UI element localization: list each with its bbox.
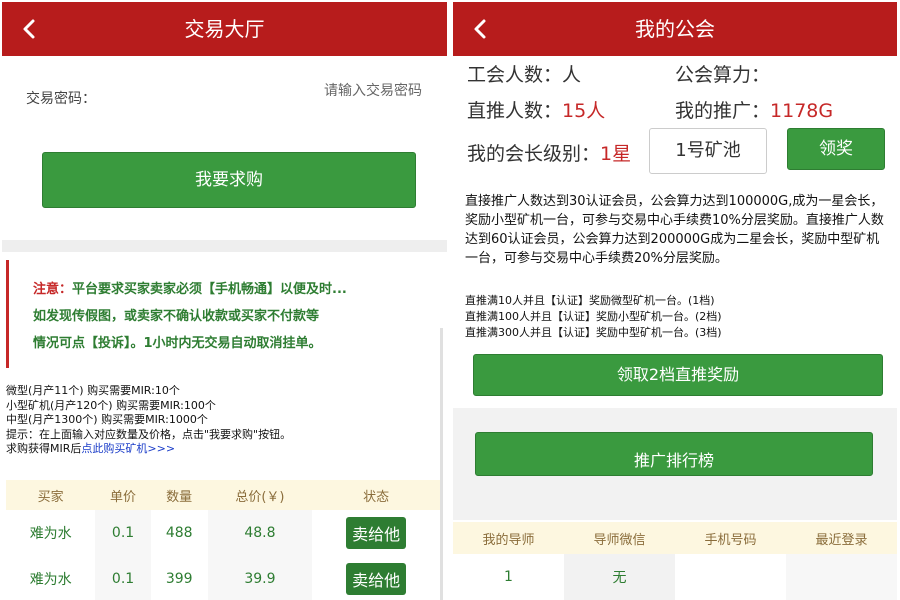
info-line: 提示：在上面输入对应数量及价格，点击"我要求购"按钮。: [6, 427, 292, 441]
sell-button[interactable]: 卖给他: [346, 563, 407, 595]
notice-line-3: 情况可点【投诉】。1小时内无交易自动取消挂单。: [33, 336, 322, 351]
page-title: 交易大厅: [184, 17, 265, 41]
sell-button[interactable]: 卖给他: [346, 517, 407, 549]
notice-line-1: 注意：平台要求买家卖家必须【手机畅通】以便及时...: [33, 278, 393, 297]
promotion-ranking-button[interactable]: 推广排行榜: [475, 432, 873, 476]
trade-hall-header: 交易大厅: [2, 2, 447, 56]
info-line: 微型(月产11个) 购买需要MIR:10个: [6, 384, 180, 397]
mentor-cell: 1: [504, 569, 513, 585]
guild-header: 我的公会: [453, 2, 897, 56]
column-header-buyer: 买家: [6, 480, 96, 510]
trade-hall-panel: 交易大厅 交易密码： 我要求购 注意：平台要求买家卖家必须【手机畅通】以便及时.…: [2, 0, 447, 600]
guild-power-stat: 公会算力：: [675, 60, 770, 87]
table-row: 难为水 0.1 488 48.8 卖给他: [6, 510, 440, 556]
info-line: 中型(月产1300个) 购买需要MIR:1000个: [6, 413, 208, 426]
password-input[interactable]: [142, 76, 422, 106]
guild-members-stat: 工会人数：人: [467, 60, 581, 87]
page-title: 我的公会: [635, 17, 715, 41]
claim-referral-reward-button[interactable]: 领取2档直推奖励: [473, 354, 883, 396]
my-promotion-stat: 我的推广：1178G: [675, 96, 833, 123]
info-line: 小型矿机(月产120个) 购买需要MIR:100个: [6, 398, 216, 412]
buyer-cell: 难为水: [29, 526, 72, 542]
wechat-cell: 无: [564, 554, 675, 600]
stat-value: 1178G: [770, 100, 834, 122]
rule-line: 直推满300人并且【认证】奖励中型矿机一台。(3档): [465, 326, 722, 339]
notice-box: 注意：平台要求买家卖家必须【手机畅通】以便及时... 如发现传假图，或卖家不确认…: [6, 260, 447, 368]
my-guild-panel: 我的公会 工会人数：人 公会算力： 直推人数：15人 我的推广：1178G 我的…: [453, 0, 897, 600]
mentor-table: 我的导师 导师微信 手机号码 最近登录 1 无: [453, 522, 897, 600]
column-header-price: 单价: [95, 480, 151, 510]
phone-cell: [675, 554, 786, 600]
column-header-qty: 数量: [150, 480, 208, 510]
direct-count-stat: 直推人数：15人: [467, 96, 605, 123]
price-cell: 0.1: [95, 510, 151, 556]
referral-rules: 直推满10人并且【认证】奖励微型矿机一台。(1档) 直推满100人并且【认证】奖…: [465, 293, 722, 341]
stat-label: 公会算力：: [675, 64, 771, 86]
stat-value: 15人: [562, 100, 606, 122]
stat-label: 工会人数：: [467, 64, 563, 86]
status-cell: 卖给他: [312, 510, 440, 556]
password-label: 交易密码：: [26, 91, 96, 107]
stat-label: 直推人数：: [467, 100, 563, 122]
info-line: 求购获得MIR后点此购买矿机>>>: [6, 442, 291, 457]
stat-label: 我的推广：: [675, 100, 771, 122]
qty-cell: 488: [165, 525, 193, 541]
price-cell: 0.1: [95, 556, 151, 600]
rule-line: 直推满100人并且【认证】奖励小型矿机一台。(2档): [465, 310, 722, 323]
column-header-last-login: 最近登录: [786, 522, 897, 554]
level-description: 直接推广人数达到30认证会员，公会算力达到100000G,成为一星会长，奖励小型…: [465, 194, 884, 266]
miner-info: 微型(月产11个) 购买需要MIR:10个 小型矿机(月产120个) 购买需要M…: [6, 384, 291, 457]
pool-select[interactable]: 1号矿池: [649, 128, 767, 174]
notice-text-1: 平台要求买家卖家必须【手机畅通】以便及时...: [72, 282, 347, 297]
column-header-status: 状态: [312, 480, 440, 510]
notice-prefix: 注意：: [33, 282, 73, 297]
stat-label: 我的会长级别：: [467, 143, 601, 165]
buyer-cell: 难为水: [29, 572, 72, 588]
scrollbar[interactable]: [440, 328, 443, 600]
request-buy-button[interactable]: 我要求购: [42, 152, 416, 208]
table-header-row: 我的导师 导师微信 手机号码 最近登录: [453, 522, 897, 554]
column-header-mentor: 我的导师: [453, 522, 564, 554]
leader-level-stat: 我的会长级别：1星: [467, 139, 631, 166]
notice-line-2: 如发现传假图，或卖家不确认收款或买家不付款等: [33, 309, 320, 324]
status-cell: 卖给他: [312, 556, 440, 600]
last-login-cell: [786, 554, 897, 600]
table-row: 难为水 0.1 399 39.9 卖给他: [6, 556, 440, 600]
trade-table: 买家 单价 数量 总价(￥) 状态 难为水 0.1 488 48.8 卖给他 难…: [6, 480, 440, 600]
column-header-wechat: 导师微信: [564, 522, 675, 554]
rule-line: 直推满10人并且【认证】奖励微型矿机一台。(1档): [465, 294, 715, 307]
column-header-total: 总价(￥): [207, 480, 313, 510]
claim-button[interactable]: 领奖: [787, 128, 885, 170]
qty-cell: 399: [165, 571, 193, 587]
table-header-row: 买家 单价 数量 总价(￥) 状态: [6, 480, 440, 510]
stat-value: 1星: [600, 143, 632, 165]
table-row: 1 无: [453, 554, 897, 600]
stat-value: 人: [562, 64, 582, 86]
buy-miner-link[interactable]: 点此购买矿机>>>: [81, 442, 175, 455]
total-cell: 39.9: [207, 556, 313, 600]
total-cell: 48.8: [207, 510, 313, 556]
app-screenshot: 交易大厅 交易密码： 我要求购 注意：平台要求买家卖家必须【手机畅通】以便及时.…: [0, 0, 900, 600]
info-line-text: 求购获得MIR后: [6, 442, 82, 455]
column-header-phone: 手机号码: [675, 522, 786, 554]
section-divider: [2, 240, 447, 252]
